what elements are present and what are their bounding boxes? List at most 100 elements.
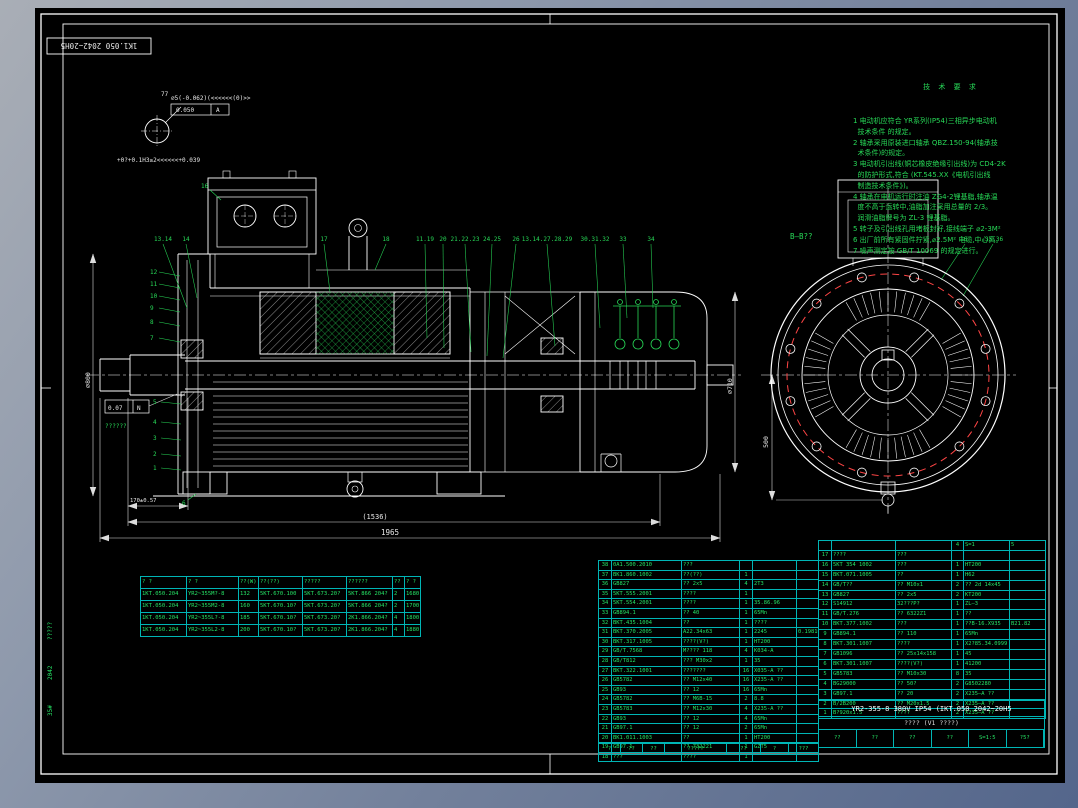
table-row: 12 S14912 32???P? 1 ZL—3 bbox=[818, 599, 1046, 611]
detail-lower-tolerance: +0?+0.1H3≥2<<<<<<+0.039 bbox=[117, 157, 200, 164]
table-row: 27 BKT.322.1001??????? 16 X035-A ?? bbox=[598, 665, 819, 677]
runout-datum: N bbox=[137, 405, 141, 412]
title-block-cell: ?? bbox=[819, 730, 857, 747]
detail-tolerance-line: ⌀5(-0.062)(<<<<<<(0)>> bbox=[171, 95, 251, 102]
spec-table: ? ?? ? ??(W) ??(??)?????????????? ? 1KT.050… bbox=[140, 576, 421, 637]
title-block-cell: ?5? bbox=[1007, 730, 1044, 747]
svg-text:4: 4 bbox=[153, 419, 157, 426]
dimensions bbox=[89, 253, 883, 542]
table-row: 16 5KT 354 1002??? 1 HT200 bbox=[818, 559, 1046, 571]
note-line: 制造技术条件》)。 bbox=[853, 181, 913, 190]
table-row: 1KT.050.204 YR2~355L2-8 200 5KT.670.10? 5KT.… bbox=[140, 624, 421, 637]
note-line: 的防护形式,符合 (KT.545.XX《电机引出线 bbox=[853, 170, 991, 179]
dim-overall: 1965 bbox=[381, 528, 399, 537]
svg-text:9: 9 bbox=[150, 305, 154, 312]
table-row: 35 5KT.555.2001???? 1 bbox=[598, 588, 819, 600]
notes-title: 技 术 要 求 bbox=[923, 82, 979, 91]
svg-text:21.22.23: 21.22.23 bbox=[451, 236, 480, 243]
note-line: 5 转子及引出线孔用堵板封好,接线端子 ⌀2-3M² bbox=[853, 224, 1001, 233]
svg-text:10: 10 bbox=[150, 293, 158, 300]
table-row: 21 GB97.1?? 12 2 65Mn bbox=[598, 723, 819, 734]
motor-side-view bbox=[87, 170, 741, 498]
dim-right-diameter: ⌀710 bbox=[726, 378, 734, 394]
detail-flag: 77 bbox=[161, 91, 169, 98]
svg-text:26: 26 bbox=[512, 236, 520, 243]
svg-text:33: 33 bbox=[619, 236, 627, 243]
dim-left-diameter: ⌀800 bbox=[84, 372, 92, 388]
table-row: 22 GB93?? 12 4 65Mn bbox=[598, 713, 819, 725]
table-row: 1KT.050.204 YR2~355M?-8 132 5KT.670.100 5KT.… bbox=[140, 588, 421, 601]
svg-text:11: 11 bbox=[150, 281, 158, 288]
table-row: 31 BKT.370.2005 A22.34x63 1 2245 0.19816 bbox=[598, 627, 819, 638]
table-row: 13 GB827?? 2x5 2 KT200 bbox=[818, 589, 1046, 601]
table-row: 36 GB827?? 2x5 4 2T3 bbox=[598, 579, 819, 590]
table-row: 23 GB5783?? M12x30 4 X235-A ?? bbox=[598, 703, 819, 715]
svg-text:8: 8 bbox=[150, 319, 154, 326]
title-block-model: YR2-355-8 380V IP54 (IKT.050 2042~20H5 bbox=[819, 701, 1044, 717]
table-row: 1KT.050.204 YR2~355L?-8 185 5KT.670.10? 5KT.… bbox=[140, 612, 421, 625]
dim-inner: (1536) bbox=[362, 513, 387, 521]
dim-front-height: 500 bbox=[762, 436, 770, 448]
table-row: 15 BKT.071.1005?? 1 H62 bbox=[818, 569, 1046, 581]
section-label: B—B?? bbox=[790, 232, 813, 241]
table-row: 5 GB5783?? M10x30 8 35 bbox=[818, 668, 1046, 680]
dim-shaft-extension: 170±0.57 bbox=[130, 498, 157, 504]
table-row: 4 S=1 5 bbox=[818, 540, 1046, 551]
svg-text:11.19: 11.19 bbox=[416, 236, 434, 243]
table-row: 4 BG29000?? 50? 2 G8502280 bbox=[818, 678, 1046, 690]
table-row: 26 GB5782?? M12x40 16 X235-A ?? bbox=[598, 675, 819, 686]
title-block: YR2-355-8 380V IP54 (IKT.050 2042~20H5 ?… bbox=[818, 700, 1045, 748]
note-line: 2 轴承采用原装进口轴承 QBZ.150-94(轴承技 bbox=[853, 138, 998, 147]
runout-value: 0.07 bbox=[108, 405, 123, 412]
svg-text:30.31.32: 30.31.32 bbox=[581, 236, 610, 243]
table-row: 7 GB1096?? 25x14x158 1 45 bbox=[818, 648, 1046, 660]
note-line: 4 轴承在电机运行时注油 ZG4-2锂基脂,轴承温 bbox=[853, 192, 998, 201]
table-row: 17??????? bbox=[818, 549, 1046, 561]
note-line: 度不高于运转中,油脂加注采用总量的 2/3。 bbox=[853, 203, 993, 212]
technical-notes: 技 术 要 求 1 电动机应符合 YR系列(IP54)三相异步电动机 技术条件 … bbox=[853, 60, 1049, 267]
svg-text:2: 2 bbox=[153, 451, 157, 458]
svg-text:13.14: 13.14 bbox=[154, 236, 172, 243]
svg-text:16: 16 bbox=[201, 183, 209, 190]
bom-table-left: 38 0A1.500.2010??? 37 BK1.860.1002 ??(??) 1 36… bbox=[598, 560, 819, 763]
title-block-cell: ?? bbox=[894, 730, 932, 747]
detail-frame-tolerance: 0.050 bbox=[176, 107, 194, 114]
table-row: 9 GB894.1?? 110 1 65Mn bbox=[818, 629, 1046, 641]
table-row: 34 5KT.554.2001???? 1 35.86.96 bbox=[598, 598, 819, 609]
runout-note: ?????? bbox=[105, 423, 127, 430]
table-row: ? ?? ? ??(W) ??(??)?????????????? ? bbox=[140, 576, 421, 589]
bom-table-right: 4 S=1 5 17??????? 16 5KT 354 1002??? 1 HT200 15 B… bbox=[818, 540, 1046, 720]
table-row: 10 BKT.377.1002??? 1 ??B-16.X935 B21.82 bbox=[818, 619, 1046, 631]
table-row: 14 GB/T???? M10x1 2?? 2d 14x45 bbox=[818, 579, 1046, 591]
title-block-cells: ???????? S=1:5 ?5? bbox=[819, 730, 1044, 747]
brush-gear bbox=[613, 299, 681, 350]
detail-frame-datum: A bbox=[216, 107, 220, 114]
table-row: 25 GB93?? 12 16 65Mn bbox=[598, 684, 819, 696]
svg-text:3: 3 bbox=[153, 435, 157, 442]
table-row: 33 GB894.1?? 40 1 65Mn bbox=[598, 607, 819, 619]
table-row: 6 BKT.301.1007 ????(V?) 1 41200 bbox=[818, 658, 1046, 670]
table-row: 37 BK1.860.1002 ??(??) 1 bbox=[598, 569, 819, 581]
svg-text:6: 6 bbox=[182, 500, 186, 507]
margin-label: 35# bbox=[47, 705, 54, 716]
table-row: 32 BKT.435.1004?? 1???? bbox=[598, 617, 819, 629]
svg-text:34: 34 bbox=[647, 236, 655, 243]
notes-lines: 1 电动机应符合 YR系列(IP54)三相异步电动机 技术条件 的规定。 2 轴承… bbox=[853, 116, 1049, 256]
note-line: 3 电动机引出线(铜芯橡皮绝缘引出线)为 CD4-2K bbox=[853, 160, 1006, 169]
note-line: 6 出厂前所有紧固件拧紧,⌀2.5M² 电缆,中心高。 bbox=[853, 235, 1003, 244]
svg-text:13.14.27.28.29: 13.14.27.28.29 bbox=[522, 236, 573, 243]
table-row: 29 GB/T.7568 M???? 118 4 K034-A bbox=[598, 646, 819, 657]
table-row: 1KT.050.204 YR2~355M2-8 160 5KT.670.10? 5KT.… bbox=[140, 600, 421, 613]
title-block-cell: ?? bbox=[857, 730, 894, 747]
table-row: 20 BK1.011.1003?? 1 HT200 bbox=[598, 732, 819, 744]
table-row: 30 BKT.317.1005 ????(V?) 1 HT200 bbox=[598, 636, 819, 648]
note-line: 术条件)的规定。 bbox=[853, 149, 910, 158]
cad-viewer-background: { "corner_label": "1K1.050 2042~20H5", "… bbox=[0, 0, 1078, 808]
note-line: 润滑油脂牌号为 ZL-3 锂基脂。 bbox=[853, 214, 955, 223]
table-row: 8 BKT.301.1007???? 1 X2?85.34.0999 bbox=[818, 639, 1046, 650]
table-row: ???????????????? bbox=[598, 743, 819, 755]
svg-text:5: 5 bbox=[153, 399, 157, 406]
svg-text:24.25: 24.25 bbox=[483, 236, 501, 243]
margin-label: 2042 bbox=[47, 665, 54, 680]
svg-text:20: 20 bbox=[439, 236, 447, 243]
